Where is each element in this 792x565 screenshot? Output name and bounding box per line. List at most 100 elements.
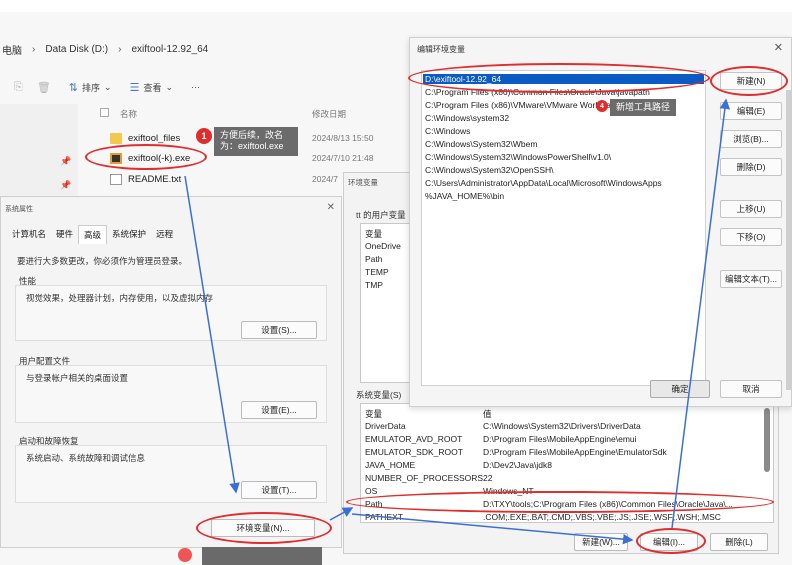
user-profiles-settings-button[interactable]: 设置(E)... [241, 401, 317, 419]
dialog-title: 系统属性 [5, 206, 33, 213]
ok-button-partial[interactable] [202, 547, 322, 565]
var-name[interactable]: EMULATOR_SDK_ROOT [365, 447, 463, 457]
cancel-button[interactable]: 取消 [720, 380, 782, 398]
move-up-button[interactable]: 上移(U) [720, 200, 782, 218]
path-entry[interactable]: C:\Windows [425, 126, 470, 136]
more-button[interactable]: ··· [191, 82, 200, 92]
var-value[interactable]: C:\Windows\System32\Drivers\DriverData [483, 421, 641, 431]
startup-recovery-settings-button[interactable]: 设置(T)... [241, 481, 317, 499]
sort-icon: ⇅ [68, 81, 78, 94]
list-header: 变量 [365, 409, 383, 419]
column-date[interactable]: 修改日期 [312, 108, 346, 120]
list-item[interactable]: Path [365, 254, 383, 264]
file-date: 2024/7 [312, 174, 338, 184]
view-label: 查看 [143, 82, 162, 93]
system-delete-button[interactable]: 删除(L) [710, 533, 768, 551]
step4-tooltip: 新增工具路径 [610, 99, 677, 117]
var-name[interactable]: OS [365, 486, 377, 496]
list-item[interactable]: TEMP [365, 267, 389, 277]
select-all-checkbox[interactable] [100, 108, 109, 117]
tooltip-line: 方便后续，改名 [220, 130, 284, 140]
var-name[interactable]: JAVA_HOME [365, 460, 415, 470]
var-name[interactable]: EMULATOR_AVD_ROOT [365, 434, 462, 444]
dialog-title: 编辑环境变量 [417, 45, 465, 54]
pin-icon: 📌 [60, 180, 72, 190]
var-value[interactable]: D:\Program Files\MobileAppEngine\emui [483, 434, 637, 444]
system-properties-dialog: 系统属性 ✕ 计算机名 硬件 高级 系统保护 远程 要进行大多数更改，你必须作为… [0, 196, 342, 548]
list-item[interactable]: TMP [365, 280, 383, 290]
path-entry[interactable]: %JAVA_HOME%\bin [425, 191, 504, 201]
path-entry[interactable]: C:\Program Files (x86)\VMware\VMware Wor… [425, 100, 641, 110]
tab-computer-name[interactable]: 计算机名 [7, 225, 51, 244]
admin-notice: 要进行大多数更改，你必须作为管理员登录。 [17, 256, 188, 266]
path-entry[interactable]: C:\Windows\System32\Wbem [425, 139, 537, 149]
step-badge-1: 1 [196, 128, 212, 144]
tab-hardware[interactable]: 硬件 [51, 225, 78, 244]
breadcrumb-item-pc[interactable]: 电脑 [2, 42, 22, 57]
step1-tooltip: 方便后续，改名 为：exiftool.exe [214, 127, 298, 156]
step-badge-partial [178, 548, 192, 562]
step-badge-4: 4 [596, 100, 608, 112]
edit-entry-button[interactable]: 编辑(E) [720, 102, 782, 120]
path-entry[interactable]: C:\Windows\System32\WindowsPowerShell\v1… [425, 152, 611, 162]
var-name[interactable]: NUMBER_OF_PROCESSORS [365, 473, 483, 483]
explorer-toolbar: ⎘ 🗑 ⇅ 排序 ⌄ ☰ 查看 ⌄ ··· [0, 74, 420, 100]
edit-text-button[interactable]: 编辑文本(T)... [720, 270, 782, 288]
path-entry[interactable]: C:\Windows\system32 [425, 113, 509, 123]
chevron-right-icon: › [118, 43, 122, 55]
ok-button[interactable]: 确定 [650, 380, 710, 398]
list-item[interactable]: OneDrive [365, 241, 401, 251]
var-name[interactable]: PATHEXT [365, 512, 403, 522]
system-vars-label: 系统变量(S) [356, 390, 402, 400]
column-name[interactable]: 名称 [120, 108, 137, 120]
var-value[interactable]: D:\Program Files\MobileAppEngine\Emulato… [483, 447, 667, 457]
chevron-down-icon: ⌄ [165, 81, 173, 92]
delete-icon[interactable]: 🗑 [37, 81, 51, 94]
close-icon[interactable]: ✕ [774, 41, 783, 54]
tab-remote[interactable]: 远程 [151, 225, 178, 244]
breadcrumb: 电脑 › Data Disk (D:) › exiftool-12.92_64 [0, 36, 420, 62]
breadcrumb-item-folder[interactable]: exiftool-12.92_64 [131, 44, 208, 55]
path-entry[interactable]: C:\Windows\System32\OpenSSH\ [425, 165, 554, 175]
var-value[interactable]: .COM;.EXE;.BAT;.CMD;.VBS;.VBE;.JS;.JSE;.… [483, 512, 721, 522]
pin-icon: 📌 [60, 156, 72, 166]
sort-button[interactable]: ⇅ 排序 ⌄ [69, 81, 112, 94]
share-icon[interactable]: ⎘ [14, 81, 23, 94]
tab-advanced[interactable]: 高级 [78, 225, 108, 244]
text-file-icon [110, 173, 122, 185]
breadcrumb-item-drive[interactable]: Data Disk (D:) [45, 44, 108, 55]
browse-button[interactable]: 浏览(B)... [720, 130, 782, 148]
sort-label: 排序 [82, 82, 101, 93]
tab-system-protection[interactable]: 系统保护 [107, 225, 151, 244]
list-header: 值 [483, 409, 492, 419]
highlight-path-variable [346, 491, 774, 513]
performance-settings-button[interactable]: 设置(S)... [241, 321, 317, 339]
file-name: README.txt [128, 173, 182, 185]
highlight-edit-button [636, 528, 706, 554]
delete-entry-button[interactable]: 删除(D) [720, 158, 782, 176]
startup-recovery-desc: 系统启动、系统故障和调试信息 [26, 453, 146, 463]
performance-desc: 视觉效果，处理器计划，内存使用，以及虚拟内存 [26, 293, 214, 303]
close-icon[interactable]: ✕ [327, 202, 335, 213]
path-entry[interactable]: C:\Users\Administrator\AppData\Local\Mic… [425, 178, 662, 188]
highlight-new-button [710, 66, 788, 96]
var-value[interactable]: D:\Dev2\Java\jdk8 [483, 460, 552, 470]
file-name: exiftool_files [128, 132, 181, 144]
chevron-right-icon: › [32, 43, 36, 55]
highlight-new-path-entry [408, 63, 710, 93]
background-window-edge [786, 90, 792, 390]
var-name[interactable]: DriverData [365, 421, 406, 431]
path-entries-list: D:\exiftool-12.92_64 C:\Program Files (x… [421, 70, 706, 386]
var-value[interactable]: 22 [483, 473, 492, 483]
system-new-button[interactable]: 新建(W)... [574, 533, 628, 551]
file-list-header: 名称 修改日期 [98, 108, 408, 124]
view-button[interactable]: ☰ 查看 ⌄ [130, 81, 173, 94]
file-date: 2024/7/10 21:48 [312, 153, 374, 163]
user-vars-label: tt 的用户变量 [356, 210, 406, 220]
user-profiles-desc: 与登录帐户相关的桌面设置 [26, 373, 129, 383]
scrollbar-thumb[interactable] [764, 408, 770, 472]
highlight-exe-file [85, 144, 207, 170]
move-down-button[interactable]: 下移(O) [720, 228, 782, 246]
dialog-title: 环境变量 [348, 178, 378, 187]
tab-bar: 计算机名 硬件 高级 系统保护 远程 [7, 225, 178, 244]
